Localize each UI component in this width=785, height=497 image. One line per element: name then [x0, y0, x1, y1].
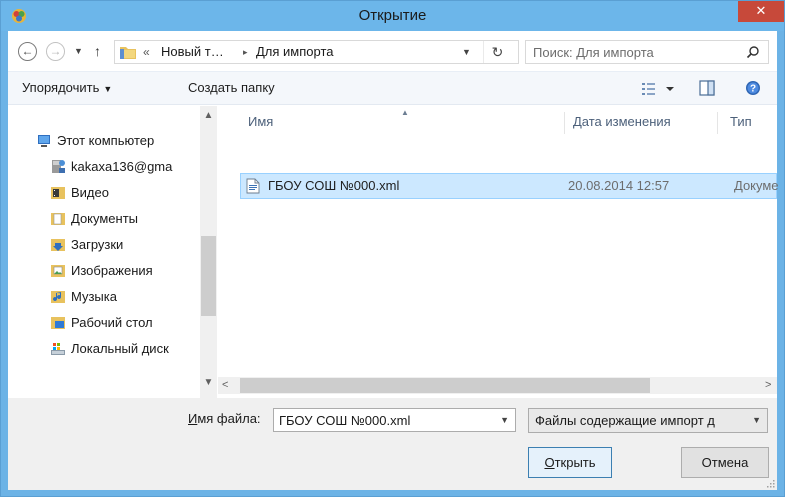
dialog-footer: Имя файла: ▼ Файлы содержащие импорт д ▼… — [8, 398, 777, 490]
nav-vertical-scrollbar[interactable]: ▲ ▼ — [200, 106, 217, 398]
refresh-icon[interactable]: ↻ — [483, 41, 511, 63]
resize-grip-icon[interactable] — [765, 478, 775, 488]
sort-ascending-icon: ▲ — [401, 108, 409, 117]
scroll-up-arrow-icon[interactable]: ▲ — [200, 108, 217, 123]
file-type-filter-select[interactable]: Файлы содержащие импорт д ▼ — [528, 408, 768, 433]
search-icon[interactable] — [746, 45, 760, 59]
sidebar-item-label: Загрузки — [71, 237, 124, 252]
file-type: Докумен — [734, 178, 778, 193]
column-headers: ▲ Имя Дата изменения Тип — [218, 106, 777, 138]
sidebar-item-label: Видео — [71, 185, 109, 200]
change-view-icon[interactable] — [640, 81, 680, 97]
column-header-name[interactable]: Имя — [248, 106, 273, 138]
search-box[interactable] — [525, 40, 769, 64]
sidebar-item-local-disk[interactable]: Локальный диск — [50, 336, 200, 362]
sidebar-item-label: Рабочий стол — [71, 315, 153, 330]
computer-icon — [38, 135, 50, 147]
sidebar-item-label: kakaxa136@gma — [71, 159, 173, 174]
breadcrumb-current[interactable]: Для импорта — [256, 41, 334, 63]
recent-locations-chevron-down-icon[interactable]: ▼ — [74, 42, 86, 61]
chevron-down-icon: ▼ — [103, 84, 113, 94]
column-divider[interactable] — [717, 112, 718, 134]
table-row[interactable]: ГБОУ СОШ №000.xml 20.08.2014 12:57 Докум… — [240, 173, 778, 199]
new-folder-button[interactable]: Создать папку — [188, 72, 275, 104]
breadcrumb-parent[interactable]: Новый т… — [161, 41, 224, 63]
video-folder-icon — [51, 187, 65, 199]
xml-file-icon — [246, 178, 260, 194]
scroll-down-arrow-icon[interactable]: ▼ — [200, 375, 217, 390]
sidebar-item-label: Музыка — [71, 289, 117, 304]
breadcrumb-separator-icon[interactable]: ▸ — [243, 41, 248, 63]
filename-input[interactable] — [279, 409, 489, 431]
downloads-folder-icon — [51, 239, 65, 251]
up-arrow-icon[interactable]: ↑ — [94, 41, 108, 61]
column-header-type[interactable]: Тип — [730, 106, 752, 138]
open-accesskey: О — [544, 455, 555, 470]
close-button[interactable]: ✕ — [738, 1, 784, 22]
sidebar-item-label: Изображения — [71, 263, 153, 278]
documents-folder-icon — [51, 213, 65, 225]
folder-icon — [120, 47, 136, 59]
filename-label-text: мя файла: — [197, 411, 261, 426]
organize-label: Упорядочить — [22, 80, 100, 95]
forward-button[interactable]: → — [46, 42, 65, 61]
scroll-left-arrow-icon[interactable]: < — [222, 377, 228, 394]
open-file-dialog: Открытие ✕ ← → ▼ ↑ « Новый т… ▸ Для импо… — [0, 0, 785, 497]
network-user-icon — [52, 160, 65, 173]
navigation-pane[interactable]: Этот компьютер kakaxa136@gma Видео Докум… — [8, 106, 218, 398]
window-title: Открытие — [358, 7, 427, 24]
address-row: ← → ▼ ↑ « Новый т… ▸ Для импорта ▼ ↻ — [8, 31, 777, 71]
filename-combobox[interactable]: ▼ — [273, 408, 516, 432]
file-name: ГБОУ СОШ №000.xml — [268, 178, 400, 193]
help-icon[interactable]: ? — [745, 80, 761, 96]
filename-dropdown-chevron-down-icon[interactable]: ▼ — [500, 409, 509, 431]
filter-dropdown-chevron-down-icon[interactable]: ▼ — [752, 409, 761, 432]
file-list-pane[interactable]: ▲ Имя Дата изменения Тип ГБОУ СОШ №000.x… — [218, 106, 778, 398]
svg-text:?: ? — [750, 84, 756, 95]
scroll-right-arrow-icon[interactable]: > — [765, 377, 771, 394]
pictures-folder-icon — [51, 265, 65, 277]
open-button[interactable]: Открыть — [528, 447, 612, 478]
command-toolbar: Упорядочить ▼ Создать папку ? — [8, 71, 777, 105]
search-input[interactable] — [533, 41, 733, 63]
address-dropdown-chevron-down-icon[interactable]: ▼ — [462, 41, 471, 63]
sidebar-item-label: Документы — [71, 211, 139, 226]
file-type-filter-value: Файлы содержащие импорт д — [535, 413, 715, 428]
scroll-thumb[interactable] — [240, 378, 650, 393]
sidebar-item-label: Локальный диск — [71, 341, 169, 356]
address-bar[interactable]: « Новый т… ▸ Для импорта ▼ ↻ — [114, 40, 519, 64]
cancel-button[interactable]: Отмена — [681, 447, 769, 478]
more-locations-chevron[interactable]: « — [143, 41, 150, 63]
back-button[interactable]: ← — [18, 42, 37, 61]
dialog-body: ← → ▼ ↑ « Новый т… ▸ Для импорта ▼ ↻ Пои… — [8, 31, 778, 490]
title-bar[interactable]: Открытие ✕ — [1, 1, 784, 31]
music-folder-icon — [51, 291, 65, 303]
local-disk-icon — [51, 343, 65, 355]
filename-label-accesskey: И — [188, 411, 198, 426]
desktop-folder-icon — [51, 317, 65, 329]
filename-label: Имя файла: — [188, 398, 261, 440]
open-label: ткрыть — [554, 455, 596, 470]
preview-pane-icon[interactable] — [699, 80, 715, 96]
column-divider[interactable] — [564, 112, 565, 134]
scroll-thumb[interactable] — [201, 236, 216, 316]
organize-button[interactable]: Упорядочить ▼ — [22, 72, 112, 105]
column-header-date[interactable]: Дата изменения — [573, 106, 671, 138]
file-date-modified: 20.08.2014 12:57 — [568, 178, 670, 193]
sidebar-item-label: Этот компьютер — [57, 133, 155, 148]
horizontal-scrollbar[interactable]: < > — [218, 377, 777, 394]
